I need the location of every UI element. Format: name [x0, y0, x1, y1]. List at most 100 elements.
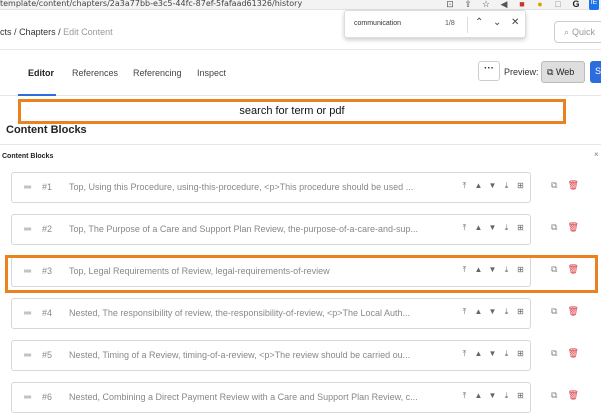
move-bottom-icon[interactable]: ⤓ [502, 181, 511, 191]
block-number: #2 [42, 224, 53, 234]
profile-badge-icon[interactable]: IE [589, 0, 599, 10]
move-down-icon[interactable]: ▼ [488, 223, 497, 233]
extension-gray-icon[interactable]: □ [553, 0, 563, 10]
star-icon[interactable]: ☆ [481, 0, 491, 10]
block-order-controls: ⤒ ▲ ▼ ⤓ ⊞ [460, 307, 525, 317]
move-up-icon[interactable]: ▲ [474, 307, 483, 317]
insert-icon[interactable]: ⊞ [516, 391, 525, 401]
move-down-icon[interactable]: ▼ [488, 391, 497, 401]
lock-icon[interactable]: ⊡ [445, 0, 455, 10]
web-label: Web [555, 67, 575, 77]
move-bottom-icon[interactable]: ⤓ [502, 391, 511, 401]
block-order-controls: ⤒ ▲ ▼ ⤓ ⊞ [460, 181, 525, 191]
breadcrumb-item-chapters[interactable]: Chapters [19, 27, 56, 37]
content-block-row[interactable]: ═ #2 Top, The Purpose of a Care and Suppor… [11, 214, 531, 245]
row-actions: ⧉ 🗑 [551, 180, 579, 191]
trash-icon[interactable]: 🗑 [567, 390, 578, 401]
active-tab-indicator [18, 94, 56, 96]
extension-red-icon[interactable]: ■ [517, 0, 527, 10]
block-order-controls: ⤒ ▲ ▼ ⤓ ⊞ [460, 349, 525, 359]
extension-yellow-icon[interactable]: ● [535, 0, 545, 10]
drag-handle-icon[interactable]: ═ [24, 182, 31, 193]
panel-divider [0, 144, 601, 145]
move-top-icon[interactable]: ⤒ [460, 391, 469, 401]
content-block-row[interactable]: ═ #5 Nested, Timing of a Review, timing-of… [11, 340, 531, 371]
tab-bar: Editor References Referencing Inspect ··… [0, 50, 601, 96]
more-options-button[interactable]: ··· [478, 61, 500, 81]
drag-handle-icon[interactable]: ═ [24, 308, 31, 319]
find-input[interactable]: communication [354, 20, 401, 27]
move-up-icon[interactable]: ▲ [474, 181, 483, 191]
block-number: #5 [42, 350, 53, 360]
drag-handle-icon[interactable]: ═ [24, 224, 31, 235]
highlight-box [5, 255, 598, 293]
chevron-down-icon[interactable]: ⌄ [493, 17, 501, 28]
row-actions: ⧉ 🗑 [551, 390, 579, 401]
preview-web-button[interactable]: ⧉ Web [541, 61, 585, 83]
move-up-icon[interactable]: ▲ [474, 349, 483, 359]
insert-icon[interactable]: ⊞ [516, 307, 525, 317]
content-blocks-panel-title: Content Blocks [2, 153, 54, 160]
copy-icon[interactable]: ⧉ [551, 306, 557, 317]
copy-icon[interactable]: ⧉ [551, 348, 557, 359]
block-summary[interactable]: Nested, Timing of a Review, timing-of-a-… [69, 350, 449, 360]
block-number: #1 [42, 182, 53, 192]
copy-icon[interactable]: ⧉ [551, 180, 557, 191]
chevron-up-icon[interactable]: ⌃ [475, 17, 483, 28]
drag-handle-icon[interactable]: ═ [24, 350, 31, 361]
block-number: #4 [42, 308, 53, 318]
trash-icon[interactable]: 🗑 [567, 180, 578, 191]
g-icon[interactable]: G [571, 0, 581, 10]
annotation-box: search for term or pdf [18, 99, 566, 124]
breadcrumb-separator: / [58, 27, 61, 37]
browser-icons: ⊡ ⇪ ☆ ◀ ■ ● □ G IE [445, 0, 599, 10]
close-icon[interactable]: ✕ [511, 17, 519, 28]
move-bottom-icon[interactable]: ⤓ [502, 307, 511, 317]
quick-search-placeholder: Quick [572, 27, 596, 37]
tab-referencing[interactable]: Referencing [133, 68, 182, 78]
tab-references[interactable]: References [72, 68, 118, 78]
megaphone-icon[interactable]: ◀ [499, 0, 509, 10]
move-up-icon[interactable]: ▲ [474, 223, 483, 233]
address-bar[interactable]: template/content/chapters/2a3a77bb-e3c5-… [0, 0, 302, 8]
trash-icon[interactable]: 🗑 [567, 222, 578, 233]
row-actions: ⧉ 🗑 [551, 306, 579, 317]
block-summary[interactable]: Nested, The responsibility of review, th… [69, 308, 449, 318]
block-summary[interactable]: Top, Using this Procedure, using-this-pr… [69, 182, 449, 192]
tab-editor[interactable]: Editor [28, 68, 54, 78]
move-down-icon[interactable]: ▼ [488, 307, 497, 317]
content-block-row[interactable]: ═ #4 Nested, The responsibility of review,… [11, 298, 531, 329]
move-down-icon[interactable]: ▼ [488, 349, 497, 359]
move-top-icon[interactable]: ⤒ [460, 307, 469, 317]
block-summary[interactable]: Nested, Combining a Direct Payment Revie… [69, 392, 449, 402]
breadcrumb-item[interactable]: cts [0, 27, 12, 37]
quick-search-input[interactable]: ⌕ Quick [554, 21, 601, 43]
insert-icon[interactable]: ⊞ [516, 349, 525, 359]
move-bottom-icon[interactable]: ⤓ [502, 223, 511, 233]
external-link-icon: ⧉ [547, 67, 554, 77]
tab-inspect[interactable]: Inspect [197, 68, 226, 78]
browser-bar: template/content/chapters/2a3a77bb-e3c5-… [0, 0, 601, 10]
drag-handle-icon[interactable]: ═ [24, 392, 31, 403]
share-icon[interactable]: ⇪ [463, 0, 473, 10]
insert-icon[interactable]: ⊞ [516, 181, 525, 191]
move-up-icon[interactable]: ▲ [474, 391, 483, 401]
insert-icon[interactable]: ⊞ [516, 223, 525, 233]
content-block-row[interactable]: ═ #1 Top, Using this Procedure, using-this… [11, 172, 531, 203]
copy-icon[interactable]: ⧉ [551, 390, 557, 401]
block-order-controls: ⤒ ▲ ▼ ⤓ ⊞ [460, 391, 525, 401]
trash-icon[interactable]: 🗑 [567, 306, 578, 317]
content-block-row[interactable]: ═ #6 Nested, Combining a Direct Payment Re… [11, 382, 531, 413]
block-summary[interactable]: Top, The Purpose of a Care and Support P… [69, 224, 449, 234]
close-icon[interactable]: × [594, 150, 599, 159]
move-top-icon[interactable]: ⤒ [460, 181, 469, 191]
move-bottom-icon[interactable]: ⤓ [502, 349, 511, 359]
move-down-icon[interactable]: ▼ [488, 181, 497, 191]
trash-icon[interactable]: 🗑 [567, 348, 578, 359]
copy-icon[interactable]: ⧉ [551, 222, 557, 233]
move-top-icon[interactable]: ⤒ [460, 223, 469, 233]
save-button[interactable]: S [590, 61, 601, 83]
row-actions: ⧉ 🗑 [551, 348, 579, 359]
move-top-icon[interactable]: ⤒ [460, 349, 469, 359]
content-blocks-heading: Content Blocks [6, 124, 87, 136]
